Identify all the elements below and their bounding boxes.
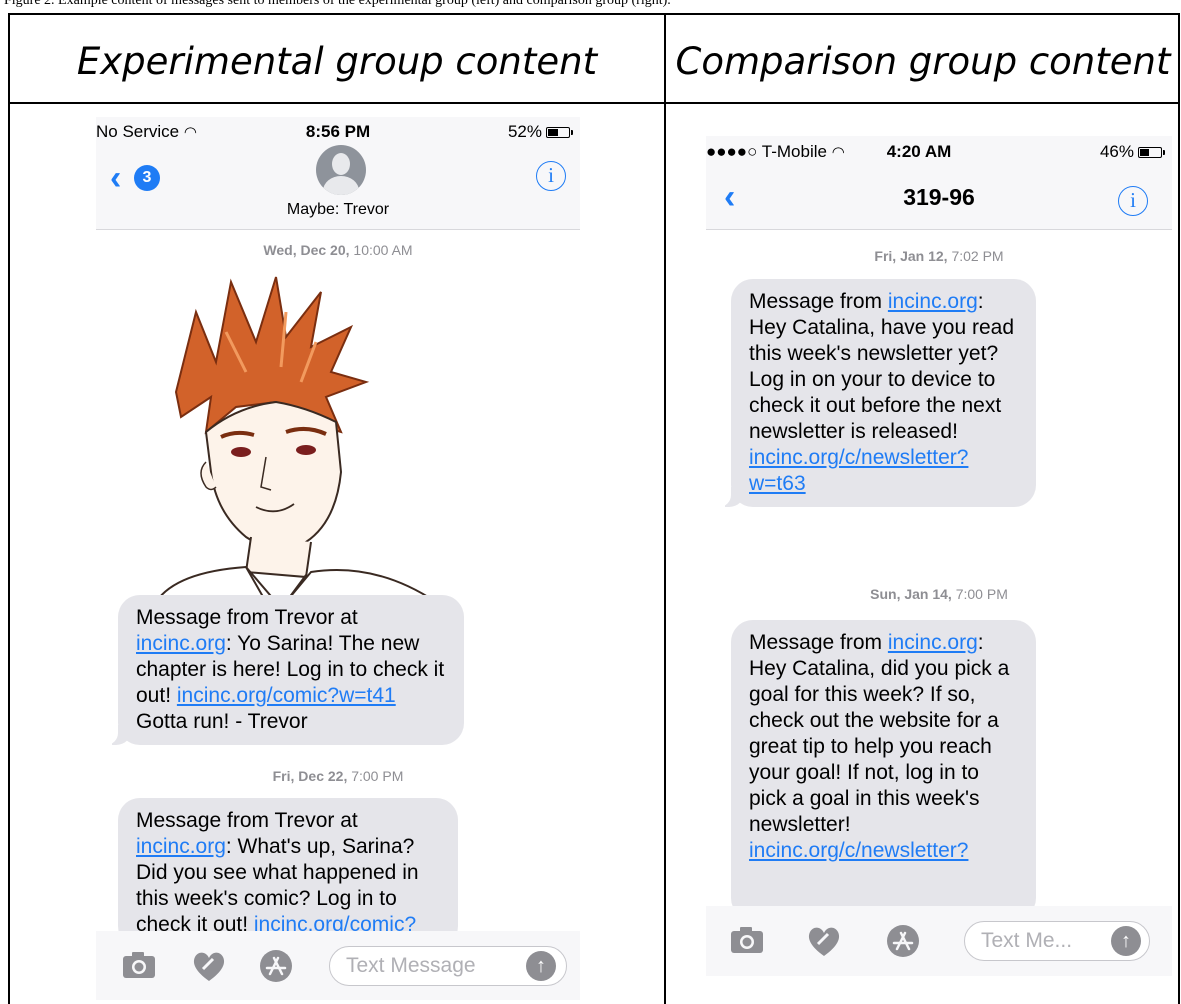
timestamp-day: Fri, Dec 22,: [272, 768, 348, 784]
chevron-left-icon: ‹: [110, 159, 122, 197]
wifi-icon: ◠: [183, 124, 197, 141]
app-store-icon[interactable]: [886, 924, 920, 958]
message-text: Message from Trevor at incinc.org: Yo Sa…: [136, 606, 444, 733]
figure-caption: Figure 2. Example content of messages se…: [4, 0, 671, 8]
info-icon: i: [548, 163, 554, 187]
carrier-label: T-Mobile: [761, 142, 827, 161]
message-text-part: : Hey Catalina, did you pick a goal for …: [749, 631, 1010, 836]
timestamp-time: 7:00 PM: [951, 586, 1008, 602]
message-timestamp: Sun, Jan 14, 7:00 PM: [706, 586, 1172, 602]
arrow-up-icon: ↑: [536, 955, 546, 977]
message-text-part: Message from: [749, 631, 888, 654]
conversation-title[interactable]: 319-96: [706, 184, 1172, 211]
camera-icon[interactable]: [730, 926, 764, 954]
message-timestamp: Fri, Dec 22, 7:00 PM: [96, 768, 580, 784]
message-text-part: Message from Trevor at: [136, 606, 358, 629]
message-link[interactable]: incinc.org: [136, 632, 226, 655]
message-link[interactable]: incinc.org: [888, 631, 978, 654]
battery-percent: 46%: [1099, 142, 1134, 161]
send-button[interactable]: ↑: [526, 951, 556, 981]
timestamp-time: 10:00 AM: [349, 242, 413, 258]
carrier-label: No Service: [96, 122, 180, 141]
contact-avatar[interactable]: [316, 145, 366, 195]
bubble-tail: [104, 723, 132, 745]
message-text: Message from Trevor at incinc.org: What'…: [136, 809, 419, 936]
signal-dots-icon: ●●●●○: [706, 142, 758, 161]
timestamp-day: Wed, Dec 20,: [263, 242, 350, 258]
message-link[interactable]: incinc.org/c/newsletter?w=t63: [749, 446, 968, 495]
trevor-character-illustration: [154, 276, 438, 602]
camera-icon[interactable]: [122, 951, 156, 979]
experimental-group-heading: Experimental group content: [76, 40, 598, 83]
timestamp-time: 7:02 PM: [947, 248, 1004, 264]
avatar-head-shape: [332, 153, 350, 175]
conversation-header: ●●●●○ T-Mobile ◠ 4:20 AM 46% ‹ 319-96 i: [706, 136, 1172, 230]
conversation-header: No Service ◠ 8:56 PM 52% ‹ 3 Maybe: Trev…: [96, 117, 580, 230]
battery-icon: [1138, 146, 1165, 158]
message-bubble[interactable]: Message from incinc.org: Hey Catalina, h…: [717, 279, 1036, 507]
comparison-phone-screenshot: ●●●●○ T-Mobile ◠ 4:20 AM 46% ‹ 319-96 i …: [706, 136, 1172, 976]
message-text-part: Message from: [749, 290, 888, 313]
info-icon: i: [1130, 188, 1136, 212]
arrow-up-icon: ↑: [1121, 930, 1131, 952]
avatar-body-shape: [323, 176, 359, 195]
unread-count-badge[interactable]: 3: [134, 165, 160, 191]
message-timestamp: Wed, Dec 20, 10:00 AM: [96, 242, 580, 258]
table-divider-vertical: [664, 15, 666, 1004]
carrier-status: ●●●●○ T-Mobile ◠: [706, 142, 845, 162]
message-link[interactable]: incinc.org/comic?w=t41: [177, 684, 396, 707]
message-bubble[interactable]: Message from Trevor at incinc.org: Yo Sa…: [104, 595, 464, 745]
message-input-bar: Text Message ↑: [96, 931, 580, 1000]
input-placeholder: Text Message: [346, 954, 476, 977]
battery-level-fill: [1140, 148, 1149, 156]
info-button[interactable]: i: [536, 161, 566, 191]
input-placeholder: Text Me...: [981, 929, 1073, 952]
message-text: Message from incinc.org: Hey Catalina, h…: [749, 290, 1014, 495]
message-bubble[interactable]: Message from Trevor at incinc.org: What'…: [118, 798, 458, 948]
wifi-icon: ◠: [831, 144, 845, 161]
timestamp-day: Fri, Jan 12,: [874, 248, 948, 264]
battery-status: 46%: [1099, 142, 1165, 162]
message-text-part: Gotta run! - Trevor: [136, 710, 308, 733]
back-button[interactable]: ‹: [110, 161, 121, 195]
message-timestamp: Fri, Jan 12, 7:02 PM: [706, 248, 1172, 264]
message-link[interactable]: incinc.org: [136, 835, 226, 858]
digital-touch-heart-icon[interactable]: [191, 949, 227, 983]
send-button[interactable]: ↑: [1111, 926, 1141, 956]
info-button[interactable]: i: [1118, 186, 1148, 216]
battery-percent: 52%: [507, 122, 542, 141]
battery-icon: [546, 126, 573, 138]
message-text: Message from incinc.org: Hey Catalina, d…: [749, 631, 1009, 862]
carrier-status: No Service ◠: [96, 122, 197, 142]
message-link[interactable]: incinc.org: [888, 290, 978, 313]
battery-status: 52%: [507, 122, 573, 142]
app-store-icon[interactable]: [259, 949, 293, 983]
experimental-phone-screenshot: No Service ◠ 8:56 PM 52% ‹ 3 Maybe: Trev…: [96, 117, 580, 1000]
message-bubble[interactable]: Message from incinc.org: Hey Catalina, d…: [731, 620, 1036, 920]
face-shape: [200, 400, 343, 550]
comparison-group-heading: Comparison group content: [675, 40, 1171, 83]
message-link[interactable]: incinc.org/c/newsletter?: [749, 839, 968, 862]
table-divider-horizontal: [10, 102, 1178, 104]
message-input-bar: Text Me... ↑: [706, 906, 1172, 976]
contact-name[interactable]: Maybe: Trevor: [96, 201, 580, 219]
neck-and-shirt-shape: [154, 536, 438, 602]
timestamp-day: Sun, Jan 14,: [870, 586, 952, 602]
battery-level-fill: [548, 128, 558, 136]
timestamp-time: 7:00 PM: [347, 768, 404, 784]
message-text-part: Message from Trevor at: [136, 809, 358, 832]
bubble-tail: [717, 485, 745, 507]
digital-touch-heart-icon[interactable]: [806, 924, 842, 958]
